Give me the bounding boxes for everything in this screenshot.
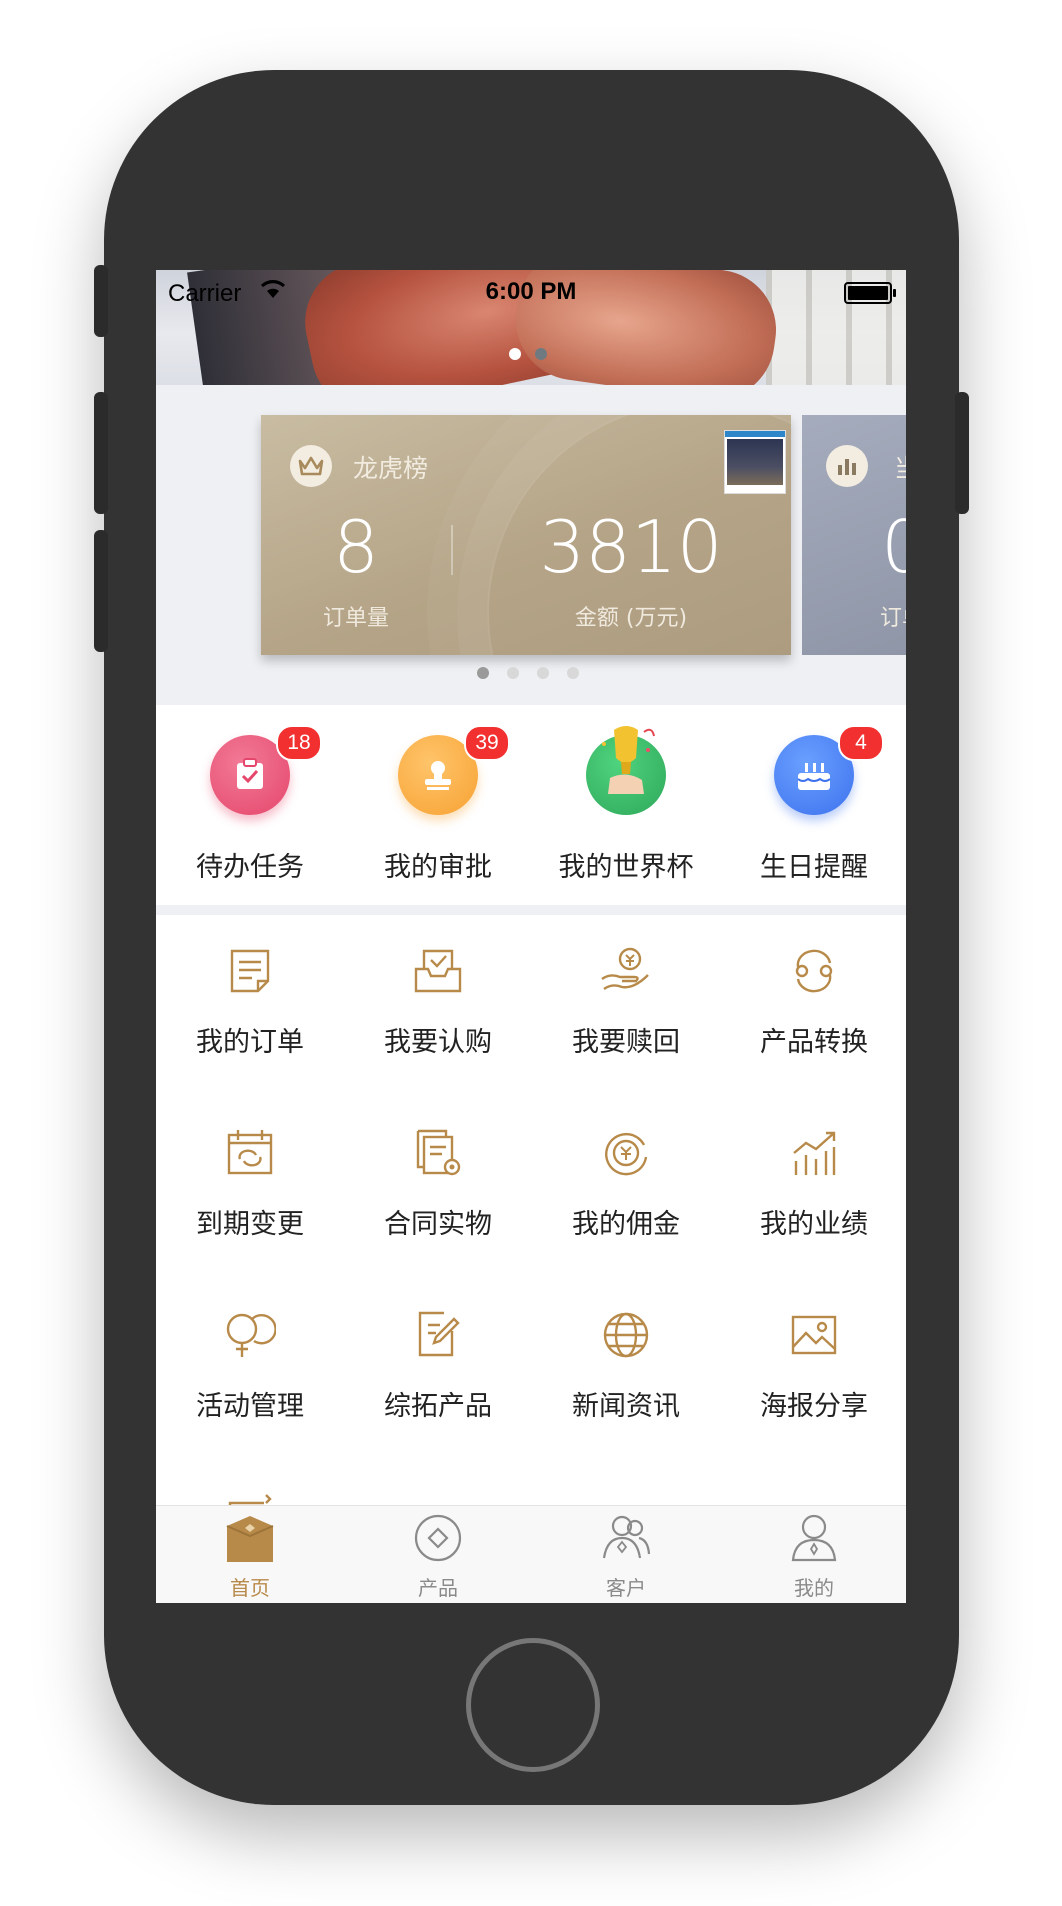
- home-box-icon: [226, 1516, 274, 1562]
- grid-item-label: 产品转换: [760, 1027, 868, 1058]
- grid-item-label: 活动管理: [196, 1391, 304, 1422]
- grid-item-subscribe[interactable]: 我要认购: [344, 915, 532, 1075]
- grid-item-poster-share[interactable]: 海报分享: [720, 1279, 906, 1439]
- commission-coin-icon: [605, 1132, 648, 1176]
- grid-item-label: 合同实物: [384, 1209, 492, 1240]
- volume-up-button: [94, 392, 108, 514]
- grid-item-redeem[interactable]: 我要赎回: [532, 915, 720, 1075]
- ranking-pager: [477, 667, 579, 679]
- order-count-label: 订单量: [322, 606, 389, 631]
- ranking-pager-dot[interactable]: [507, 667, 519, 679]
- grid-item-activity-management[interactable]: 活动管理: [156, 1279, 344, 1439]
- quick-actions: 18 待办任务 39 我的审批 我的世界杯 4 生日提醒: [156, 705, 906, 905]
- status-bar: Carrier 6:00 PM: [156, 270, 906, 314]
- quick-action-birthday[interactable]: 4 生日提醒: [720, 725, 906, 895]
- subscribe-inbox-icon: [414, 949, 462, 993]
- grid-item-comprehensive-products[interactable]: 综拓产品: [344, 1279, 532, 1439]
- ranking-title: 龙虎榜: [353, 454, 429, 483]
- grid-item-label: 我的订单: [196, 1027, 304, 1058]
- ranking-next-value: 0: [881, 505, 906, 589]
- balloons-icon: [226, 1313, 276, 1357]
- grid-item-label: 海报分享: [760, 1391, 868, 1422]
- grid-item-label: 我的佣金: [572, 1209, 680, 1240]
- tab-customers[interactable]: 客户: [532, 1506, 720, 1603]
- mute-switch: [94, 265, 108, 337]
- edit-document-icon: [418, 1311, 460, 1357]
- tab-label: 客户: [606, 1576, 646, 1600]
- order-count-value: 8: [333, 505, 379, 589]
- crown-icon: [290, 445, 332, 487]
- approval-count-badge: 39: [464, 725, 510, 761]
- banner-pager: [509, 348, 547, 360]
- bar-chart-icon: [826, 445, 868, 487]
- grid-item-label: 我要赎回: [572, 1027, 680, 1058]
- stat-divider: [451, 525, 453, 575]
- home-button[interactable]: [466, 1638, 600, 1772]
- convert-cycle-icon: [795, 949, 833, 993]
- grid-item-news[interactable]: 新闻资讯: [532, 1279, 720, 1439]
- app-screen: Carrier 6:00 PM 龙虎榜 8 3810 订单量 金额 (万元) 0…: [156, 270, 906, 1603]
- profile-icon: [791, 1514, 837, 1562]
- quick-action-world-cup[interactable]: 我的世界杯: [532, 726, 720, 895]
- section-divider: [156, 905, 906, 915]
- quick-action-label: 我的世界杯: [558, 852, 694, 883]
- grid-item-label: 到期变更: [196, 1209, 304, 1240]
- power-button: [955, 392, 969, 514]
- banner-pager-dot-active[interactable]: [509, 348, 521, 360]
- quick-action-approval[interactable]: 39 我的审批: [344, 725, 532, 895]
- tab-products[interactable]: 产品: [344, 1506, 532, 1603]
- ranking-pager-dot[interactable]: [537, 667, 549, 679]
- contract-files-icon: [416, 1129, 461, 1176]
- tab-label: 我的: [794, 1576, 834, 1600]
- redeem-hand-coin-icon: [601, 947, 649, 990]
- grid-item-performance[interactable]: 我的业绩: [720, 1097, 906, 1257]
- tab-label: 首页: [230, 1576, 270, 1600]
- picture-icon: [791, 1315, 837, 1355]
- grid-item-label: 我的业绩: [760, 1209, 868, 1240]
- ranking-pager-dot-active[interactable]: [477, 667, 489, 679]
- grid-item-label: 综拓产品: [384, 1391, 492, 1422]
- thumbnail-image[interactable]: [724, 430, 786, 494]
- product-diamond-icon: [414, 1514, 462, 1562]
- tab-bar: 首页 产品 客户 我的: [156, 1505, 906, 1603]
- quick-action-label: 我的审批: [384, 852, 492, 883]
- performance-chart-icon: [793, 1131, 836, 1175]
- ranking-pager-dot[interactable]: [567, 667, 579, 679]
- quick-action-label: 生日提醒: [760, 852, 868, 883]
- grid-item-maturity-change[interactable]: 到期变更: [156, 1097, 344, 1257]
- calendar-change-icon: [227, 1130, 273, 1175]
- amount-value: 3810: [539, 505, 723, 589]
- quick-action-label: 待办任务: [196, 852, 304, 883]
- grid-item-label: 新闻资讯: [572, 1391, 680, 1422]
- quick-action-todo[interactable]: 18 待办任务: [156, 725, 344, 895]
- tab-home[interactable]: 首页: [156, 1506, 344, 1603]
- grid-item-product-convert[interactable]: 产品转换: [720, 915, 906, 1075]
- todo-count-badge: 18: [276, 725, 322, 761]
- ranking-next-label: 订单: [879, 606, 906, 631]
- ranking-card[interactable]: 龙虎榜 8 3810 订单量 金额 (万元): [261, 415, 791, 655]
- grid-item-my-orders[interactable]: 我的订单: [156, 915, 344, 1075]
- ranking-next-title: 当: [894, 449, 906, 485]
- customers-icon: [602, 1515, 651, 1559]
- globe-icon: [603, 1312, 649, 1358]
- order-document-icon: [230, 949, 270, 993]
- tab-label: 产品: [418, 1576, 458, 1600]
- volume-down-button: [94, 530, 108, 652]
- clock-time: 6:00 PM: [485, 278, 577, 305]
- ranking-card-next[interactable]: 当 0 订单: [802, 415, 906, 655]
- grid-item-commission[interactable]: 我的佣金: [532, 1097, 720, 1257]
- trophy-icon: [586, 726, 666, 815]
- banner-pager-dot[interactable]: [535, 348, 547, 360]
- grid-item-label: 我要认购: [384, 1027, 492, 1058]
- tab-profile[interactable]: 我的: [720, 1506, 906, 1603]
- grid-item-contract[interactable]: 合同实物: [344, 1097, 532, 1257]
- birthday-count-badge: 4: [838, 725, 884, 761]
- amount-label: 金额 (万元): [574, 606, 688, 631]
- ranking-carousel[interactable]: 龙虎榜 8 3810 订单量 金额 (万元) 当 0 订单: [156, 385, 906, 705]
- battery-icon: [844, 282, 896, 304]
